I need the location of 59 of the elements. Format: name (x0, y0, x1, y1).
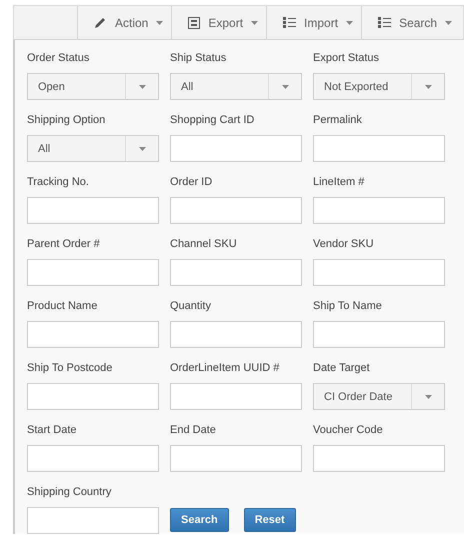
field-label: Parent Order # (27, 238, 101, 251)
list-icon (378, 17, 392, 28)
field-label: Order Status (27, 52, 90, 65)
field-label: Shopping Cart ID (170, 114, 256, 127)
caret-icon (346, 20, 354, 24)
field-label: Product Name (27, 300, 98, 313)
input-field[interactable] (170, 445, 302, 472)
input-field[interactable] (313, 197, 445, 224)
field-label: Start Date (27, 424, 78, 437)
input-field[interactable] (27, 445, 159, 472)
field-label: Order ID (170, 176, 214, 189)
input-field[interactable] (170, 321, 302, 348)
input-field[interactable] (313, 135, 445, 162)
field-label: Date Target (313, 362, 371, 375)
input-field[interactable] (27, 507, 159, 534)
select-field[interactable]: All (170, 73, 302, 100)
caret-icon (424, 394, 432, 398)
field-label: Shipping Country (27, 486, 112, 499)
select-field[interactable]: Open (27, 73, 159, 100)
input-field[interactable] (170, 135, 302, 162)
input-field[interactable] (27, 321, 159, 348)
field-label: LineItem # (313, 176, 366, 189)
field-label: Ship To Postcode (27, 362, 114, 375)
select-field[interactable]: CI Order Date (313, 383, 445, 410)
caret-icon (424, 84, 432, 88)
list-icon (283, 17, 296, 28)
field-label: Voucher Code (313, 424, 384, 437)
reset-button[interactable]: Reset (244, 508, 296, 532)
input-field[interactable] (27, 197, 159, 224)
field-label: Ship To Name (313, 300, 383, 313)
input-field[interactable] (313, 321, 445, 348)
input-field[interactable] (27, 259, 159, 286)
search-button[interactable]: Search (170, 508, 229, 532)
field-label: Ship Status (170, 52, 228, 65)
field-label: Shipping Option (27, 114, 106, 127)
pencil-icon (94, 16, 107, 29)
input-field[interactable] (313, 259, 445, 286)
cabinet-icon (188, 16, 200, 28)
field-label: End Date (170, 424, 217, 437)
caret-icon (445, 20, 452, 24)
caret-icon (156, 20, 164, 24)
select-field[interactable]: All (27, 135, 159, 162)
input-field[interactable] (170, 259, 302, 286)
input-field[interactable] (313, 445, 445, 472)
caret-icon (138, 84, 146, 88)
field-label: Export Status (313, 52, 380, 65)
field-label: Permalink (313, 114, 363, 127)
input-field[interactable] (170, 383, 302, 410)
input-field[interactable] (27, 383, 159, 410)
field-label: OrderLineItem UUID # (170, 362, 280, 375)
field-label: Vendor SKU (313, 238, 375, 251)
field-label: Channel SKU (170, 238, 238, 251)
field-label: Quantity (170, 300, 212, 313)
caret-icon (138, 146, 146, 150)
caret-icon (282, 84, 288, 88)
input-field[interactable] (170, 197, 302, 224)
caret-icon (251, 20, 258, 24)
field-label: Tracking No. (27, 176, 90, 189)
select-field[interactable]: Not Exported (313, 73, 445, 100)
